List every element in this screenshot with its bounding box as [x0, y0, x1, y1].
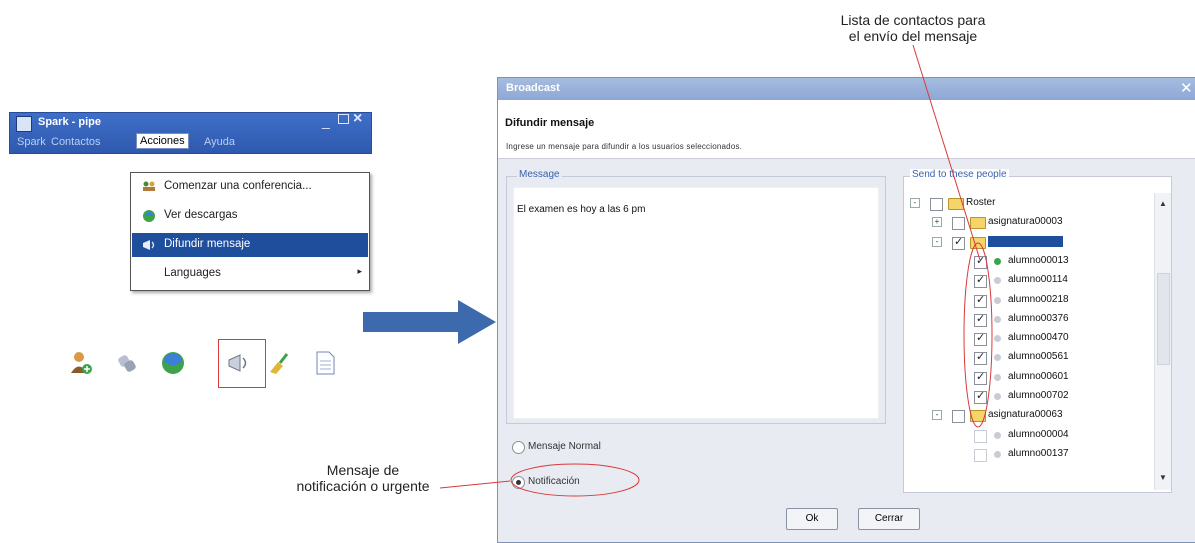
- annotation-line-contacts: [912, 44, 981, 261]
- annotation-ellipse-contacts: [963, 242, 993, 428]
- annotation-ellipse-notification: [510, 463, 640, 497]
- annotation-line-notification: [439, 480, 511, 489]
- annotation-overlay: [439, 44, 993, 497]
